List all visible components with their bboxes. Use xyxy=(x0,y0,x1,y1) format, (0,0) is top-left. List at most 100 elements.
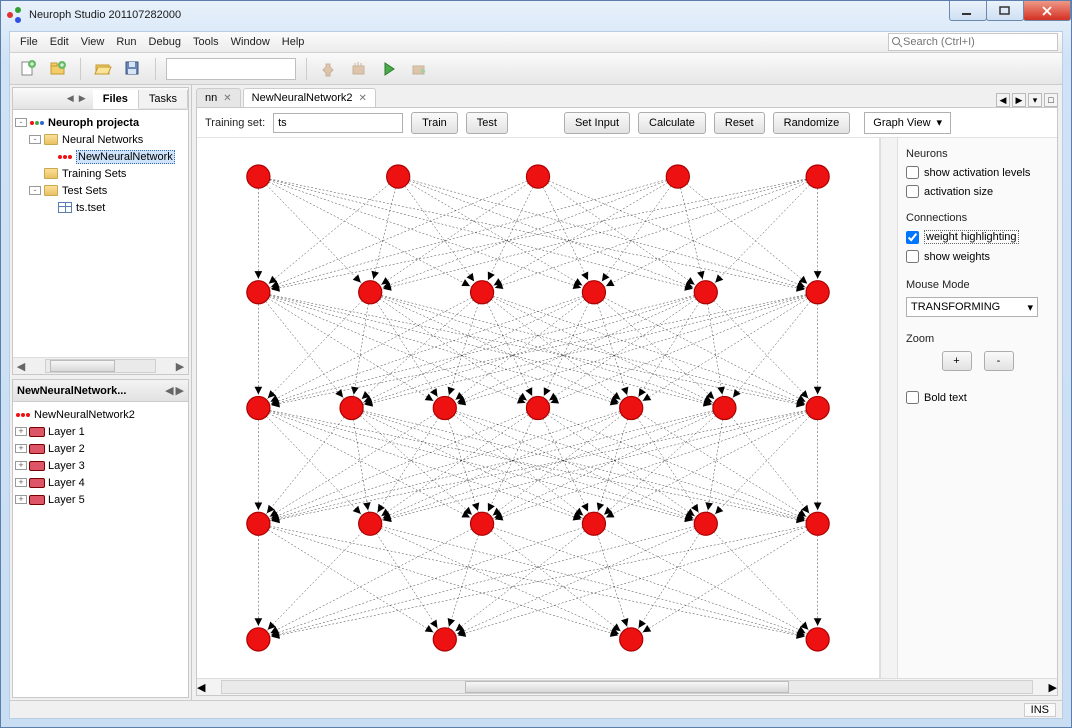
navigator-panel: NewNeuralNetwork... ◀ ▶ NewNeuralNetwork… xyxy=(12,379,189,698)
navigator-title: NewNeuralNetwork... xyxy=(17,385,163,397)
tree-item[interactable]: Neural Networks xyxy=(62,134,143,146)
editor-tab-nn[interactable]: nn✕ xyxy=(196,88,241,107)
show-weights-checkbox[interactable] xyxy=(906,250,919,263)
tasks-tab[interactable]: Tasks xyxy=(139,90,188,108)
tree-item[interactable]: ts.tset xyxy=(76,202,105,214)
tree-twisty-icon[interactable]: - xyxy=(29,135,41,144)
menu-view[interactable]: View xyxy=(75,34,111,50)
section-zoom: Zoom xyxy=(906,333,1049,345)
scroll-right-icon[interactable]: ▶ xyxy=(1012,93,1026,107)
tree-twisty-icon[interactable]: + xyxy=(15,461,27,470)
files-tab[interactable]: Files xyxy=(93,90,139,109)
tree-twisty-icon[interactable]: - xyxy=(29,186,41,195)
new-project-button[interactable] xyxy=(46,57,70,81)
editor-area: nn✕ NewNeuralNetwork2✕ ◀ ▶ ▾ □ Training … xyxy=(192,85,1062,700)
layer-icon xyxy=(29,425,45,439)
activation-size-checkbox[interactable] xyxy=(906,185,919,198)
panel-scroll-left-icon[interactable]: ◀ xyxy=(67,93,77,104)
training-set-label: Training set: xyxy=(205,117,265,129)
set-input-button[interactable]: Set Input xyxy=(564,112,630,134)
panel-scroll-right-icon[interactable]: ▶ xyxy=(79,93,89,104)
section-connections: Connections xyxy=(906,212,1049,224)
tree-twisty-icon[interactable]: + xyxy=(15,427,27,436)
nav-item-layer[interactable]: Layer 1 xyxy=(48,426,85,438)
tree-item-selected[interactable]: NewNeuralNetwork xyxy=(76,150,175,164)
layer-icon xyxy=(29,493,45,507)
tree-twisty-icon[interactable]: - xyxy=(15,118,27,127)
nav-item-layer[interactable]: Layer 5 xyxy=(48,494,85,506)
menu-file[interactable]: File xyxy=(14,34,44,50)
save-all-button[interactable] xyxy=(121,57,145,81)
menu-window[interactable]: Window xyxy=(225,34,276,50)
config-combo[interactable] xyxy=(166,58,296,80)
tree-item[interactable]: Test Sets xyxy=(62,185,107,197)
nav-item-layer[interactable]: Layer 3 xyxy=(48,460,85,472)
tree-item-project[interactable]: Neuroph projecta xyxy=(48,117,139,129)
mouse-mode-select[interactable]: TRANSFORMING▾ xyxy=(906,297,1038,317)
project-tree-hscroll[interactable]: ◀▶ xyxy=(13,357,188,374)
projects-panel: ◀▶ Files Tasks -Neuroph projecta -Neural… xyxy=(12,87,189,375)
maximize-icon[interactable]: □ xyxy=(1044,93,1058,107)
calculate-button[interactable]: Calculate xyxy=(638,112,706,134)
menu-help[interactable]: Help xyxy=(276,34,311,50)
titlebar[interactable]: Neuroph Studio 201107282000 xyxy=(1,1,1071,29)
run-button[interactable] xyxy=(377,57,401,81)
editor-tab-active[interactable]: NewNeuralNetwork2✕ xyxy=(243,88,376,107)
reset-button[interactable]: Reset xyxy=(714,112,765,134)
open-button[interactable] xyxy=(91,57,115,81)
tree-item[interactable]: Training Sets xyxy=(62,168,126,180)
scroll-left-icon[interactable]: ◀ xyxy=(996,93,1010,107)
close-icon[interactable]: ✕ xyxy=(223,93,231,104)
chevron-down-icon: ▾ xyxy=(1027,301,1033,314)
status-ins: INS xyxy=(1024,703,1056,717)
window-frame: Neuroph Studio 201107282000 File Edit Vi… xyxy=(0,0,1072,728)
menu-debug[interactable]: Debug xyxy=(143,34,187,50)
nav-item-layer[interactable]: Layer 2 xyxy=(48,443,85,455)
panel-scroll-right-icon[interactable]: ▶ xyxy=(176,384,184,397)
menu-tools[interactable]: Tools xyxy=(187,34,225,50)
editor-tabs: nn✕ NewNeuralNetwork2✕ ◀ ▶ ▾ □ xyxy=(192,85,1062,107)
network-graph-canvas[interactable] xyxy=(197,138,880,678)
menu-edit[interactable]: Edit xyxy=(44,34,75,50)
search-icon xyxy=(891,36,903,48)
panel-scroll-left-icon[interactable]: ◀ xyxy=(165,384,173,397)
close-button[interactable] xyxy=(1023,1,1071,21)
folder-icon xyxy=(43,167,59,181)
tree-twisty-icon[interactable]: + xyxy=(15,495,27,504)
minimize-button[interactable] xyxy=(949,1,987,21)
folder-icon xyxy=(43,184,59,198)
navigator-tree[interactable]: NewNeuralNetwork2 + Layer 1 + Layer 2 + Lay… xyxy=(13,402,188,697)
zoom-out-button[interactable]: - xyxy=(984,351,1014,371)
close-icon[interactable]: ✕ xyxy=(359,93,367,104)
debug-button[interactable] xyxy=(407,57,431,81)
maximize-button[interactable] xyxy=(986,1,1024,21)
weight-highlight-checkbox[interactable] xyxy=(906,231,919,244)
search-input[interactable] xyxy=(903,36,1055,48)
graph-vscroll[interactable] xyxy=(880,138,897,678)
left-column: ◀▶ Files Tasks -Neuroph projecta -Neural… xyxy=(10,85,192,700)
build-button[interactable] xyxy=(317,57,341,81)
main-toolbar xyxy=(10,53,1062,85)
new-file-button[interactable] xyxy=(16,57,40,81)
show-activation-checkbox[interactable] xyxy=(906,166,919,179)
clean-build-button[interactable] xyxy=(347,57,371,81)
dropdown-icon[interactable]: ▾ xyxy=(1028,93,1042,107)
layer-icon xyxy=(29,442,45,456)
search-box[interactable] xyxy=(888,33,1058,51)
view-mode-select[interactable]: Graph View▾ xyxy=(864,112,951,134)
zoom-in-button[interactable]: + xyxy=(942,351,972,371)
nav-item-network[interactable]: NewNeuralNetwork2 xyxy=(34,409,135,421)
project-icon xyxy=(29,116,45,130)
training-set-input[interactable] xyxy=(273,113,403,133)
tree-twisty-icon[interactable]: + xyxy=(15,444,27,453)
menu-run[interactable]: Run xyxy=(110,34,142,50)
train-button[interactable]: Train xyxy=(411,112,458,134)
statusbar: INS xyxy=(10,700,1062,718)
graph-hscroll[interactable]: ◀▶ xyxy=(197,678,1057,695)
tree-twisty-icon[interactable]: + xyxy=(15,478,27,487)
nav-item-layer[interactable]: Layer 4 xyxy=(48,477,85,489)
test-button[interactable]: Test xyxy=(466,112,508,134)
bold-text-checkbox[interactable] xyxy=(906,391,919,404)
project-tree[interactable]: -Neuroph projecta -Neural Networks NewNe… xyxy=(13,110,188,357)
randomize-button[interactable]: Randomize xyxy=(773,112,851,134)
